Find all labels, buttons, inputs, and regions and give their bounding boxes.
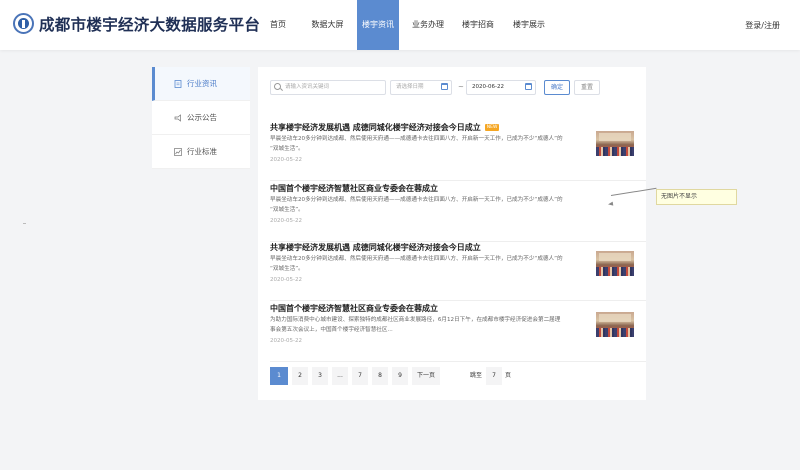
nav-item-business[interactable]: 业务办理: [399, 0, 457, 50]
nav-item-home[interactable]: 首页: [258, 0, 298, 50]
page-ellipsis: ...: [332, 367, 348, 385]
nav-item-showcase[interactable]: 楼宇展示: [499, 0, 559, 50]
news-item[interactable]: 中国首个楼宇经济智慧社区商业专委会在蓉成立 早晨坐动车20多分钟到达成都、然后使…: [270, 183, 646, 242]
news-list-panel: 请输入资讯关键词 请选择日期 ~ 2020-06-22 确定 重置 共享楼宇经济…: [258, 67, 646, 400]
news-date: 2020-05-22: [270, 338, 302, 344]
confirm-button[interactable]: 确定: [544, 80, 570, 95]
login-register-link[interactable]: 登录/注册: [745, 20, 780, 31]
chart-icon: [174, 147, 182, 156]
page-button-2[interactable]: 2: [292, 367, 308, 385]
news-thumbnail[interactable]: [596, 131, 634, 156]
search-placeholder: 请输入资讯关键词: [285, 84, 330, 90]
filter-bar: 请输入资讯关键词 请选择日期 ~ 2020-06-22 确定 重置: [270, 80, 640, 96]
sidebar-item-label: 行业资讯: [187, 79, 217, 88]
pagination: 1 2 3 ... 7 8 9 下一页 跳至 7 页: [270, 367, 640, 385]
top-header: 成都市楼宇经济大数据服务平台 首页 数据大屏 楼宇资讯 业务办理 楼宇招商 楼宇…: [0, 0, 800, 50]
news-summary: 早晨坐动车20多分钟到达成都、然后使用天府通——成德通卡去往四面八方、开启新一天…: [270, 197, 563, 213]
news-item[interactable]: 共享楼宇经济发展机遇 成德同城化楼宇经济对接会今日成立 NEW 早晨坐动车20多分…: [270, 122, 646, 181]
news-title[interactable]: 中国首个楼宇经济智慧社区商业专委会在蓉成立: [270, 183, 438, 194]
news-title[interactable]: 共享楼宇经济发展机遇 成德同城化楼宇经济对接会今日成立: [270, 242, 481, 253]
date-separator: ~: [458, 83, 464, 91]
news-date: 2020-05-22: [270, 277, 302, 283]
reset-button[interactable]: 重置: [574, 80, 600, 95]
sidebar-item-label: 行业标准: [187, 147, 217, 156]
document-icon: [174, 79, 182, 88]
news-item[interactable]: 共享楼宇经济发展机遇 成德同城化楼宇经济对接会今日成立 早晨坐动车20多分钟到达…: [270, 242, 646, 301]
jump-page-input[interactable]: 7: [486, 367, 502, 385]
nav-item-data-screen[interactable]: 数据大屏: [298, 0, 357, 50]
news-item[interactable]: 中国首个楼宇经济智慧社区商业专委会在蓉成立 为助力国际消费中心城市建设、探索独特…: [270, 303, 646, 362]
news-title[interactable]: 共享楼宇经济发展机遇 成德同城化楼宇经济对接会今日成立 NEW: [270, 122, 500, 133]
divider: [23, 223, 26, 224]
start-date-placeholder: 请选择日期: [396, 84, 424, 90]
end-date-value: 2020-06-22: [472, 84, 504, 90]
sidebar-item-industry-news[interactable]: 行业资讯: [152, 67, 250, 101]
page-button-1[interactable]: 1: [270, 367, 288, 385]
sidebar-item-label: 公示公告: [187, 113, 217, 122]
news-thumbnail[interactable]: [596, 312, 634, 337]
new-badge: NEW: [484, 124, 500, 131]
news-date: 2020-05-22: [270, 218, 302, 224]
page-button-7[interactable]: 7: [352, 367, 368, 385]
category-sidebar: 行业资讯 公示公告 行业标准: [152, 67, 250, 169]
megaphone-icon: [174, 113, 181, 122]
nav-item-building-news[interactable]: 楼宇资讯: [357, 0, 399, 50]
jump-prefix: 跳至: [470, 372, 483, 379]
end-date-input[interactable]: 2020-06-22: [466, 80, 536, 95]
news-date: 2020-05-22: [270, 157, 302, 163]
sidebar-item-announcements[interactable]: 公示公告: [152, 101, 250, 135]
page-button-8[interactable]: 8: [372, 367, 388, 385]
news-thumbnail[interactable]: [596, 251, 634, 276]
news-summary: 早晨坐动车20多分钟到达成都、然后使用天府通——成德通卡去往四面八方、开启新一天…: [270, 136, 563, 152]
next-page-button[interactable]: 下一页: [412, 367, 440, 385]
nav-item-investment[interactable]: 楼宇招商: [457, 0, 499, 50]
site-logo-icon[interactable]: [13, 13, 34, 34]
news-title[interactable]: 中国首个楼宇经济智慧社区商业专委会在蓉成立: [270, 303, 438, 314]
sidebar-item-standards[interactable]: 行业标准: [152, 135, 250, 169]
search-icon: [274, 83, 281, 90]
news-summary: 为助力国际消费中心城市建设、探索独特的成都社区商业发展路径，6月12日下午，在成…: [270, 317, 561, 333]
main-nav: 首页 数据大屏 楼宇资讯 业务办理 楼宇招商 楼宇展示: [258, 0, 559, 50]
calendar-icon: [441, 83, 448, 90]
annotation-note: 无图片不显示: [656, 189, 737, 205]
calendar-icon: [525, 83, 532, 90]
search-input[interactable]: 请输入资讯关键词: [270, 80, 386, 95]
annotation-arrow-icon: [607, 201, 614, 207]
jump-suffix: 页: [505, 372, 512, 379]
page-button-3[interactable]: 3: [312, 367, 328, 385]
site-title[interactable]: 成都市楼宇经济大数据服务平台: [39, 13, 260, 35]
news-summary: 早晨坐动车20多分钟到达成都、然后使用天府通——成德通卡去往四面八方、开启新一天…: [270, 256, 563, 272]
start-date-input[interactable]: 请选择日期: [390, 80, 452, 95]
page-button-9[interactable]: 9: [392, 367, 408, 385]
